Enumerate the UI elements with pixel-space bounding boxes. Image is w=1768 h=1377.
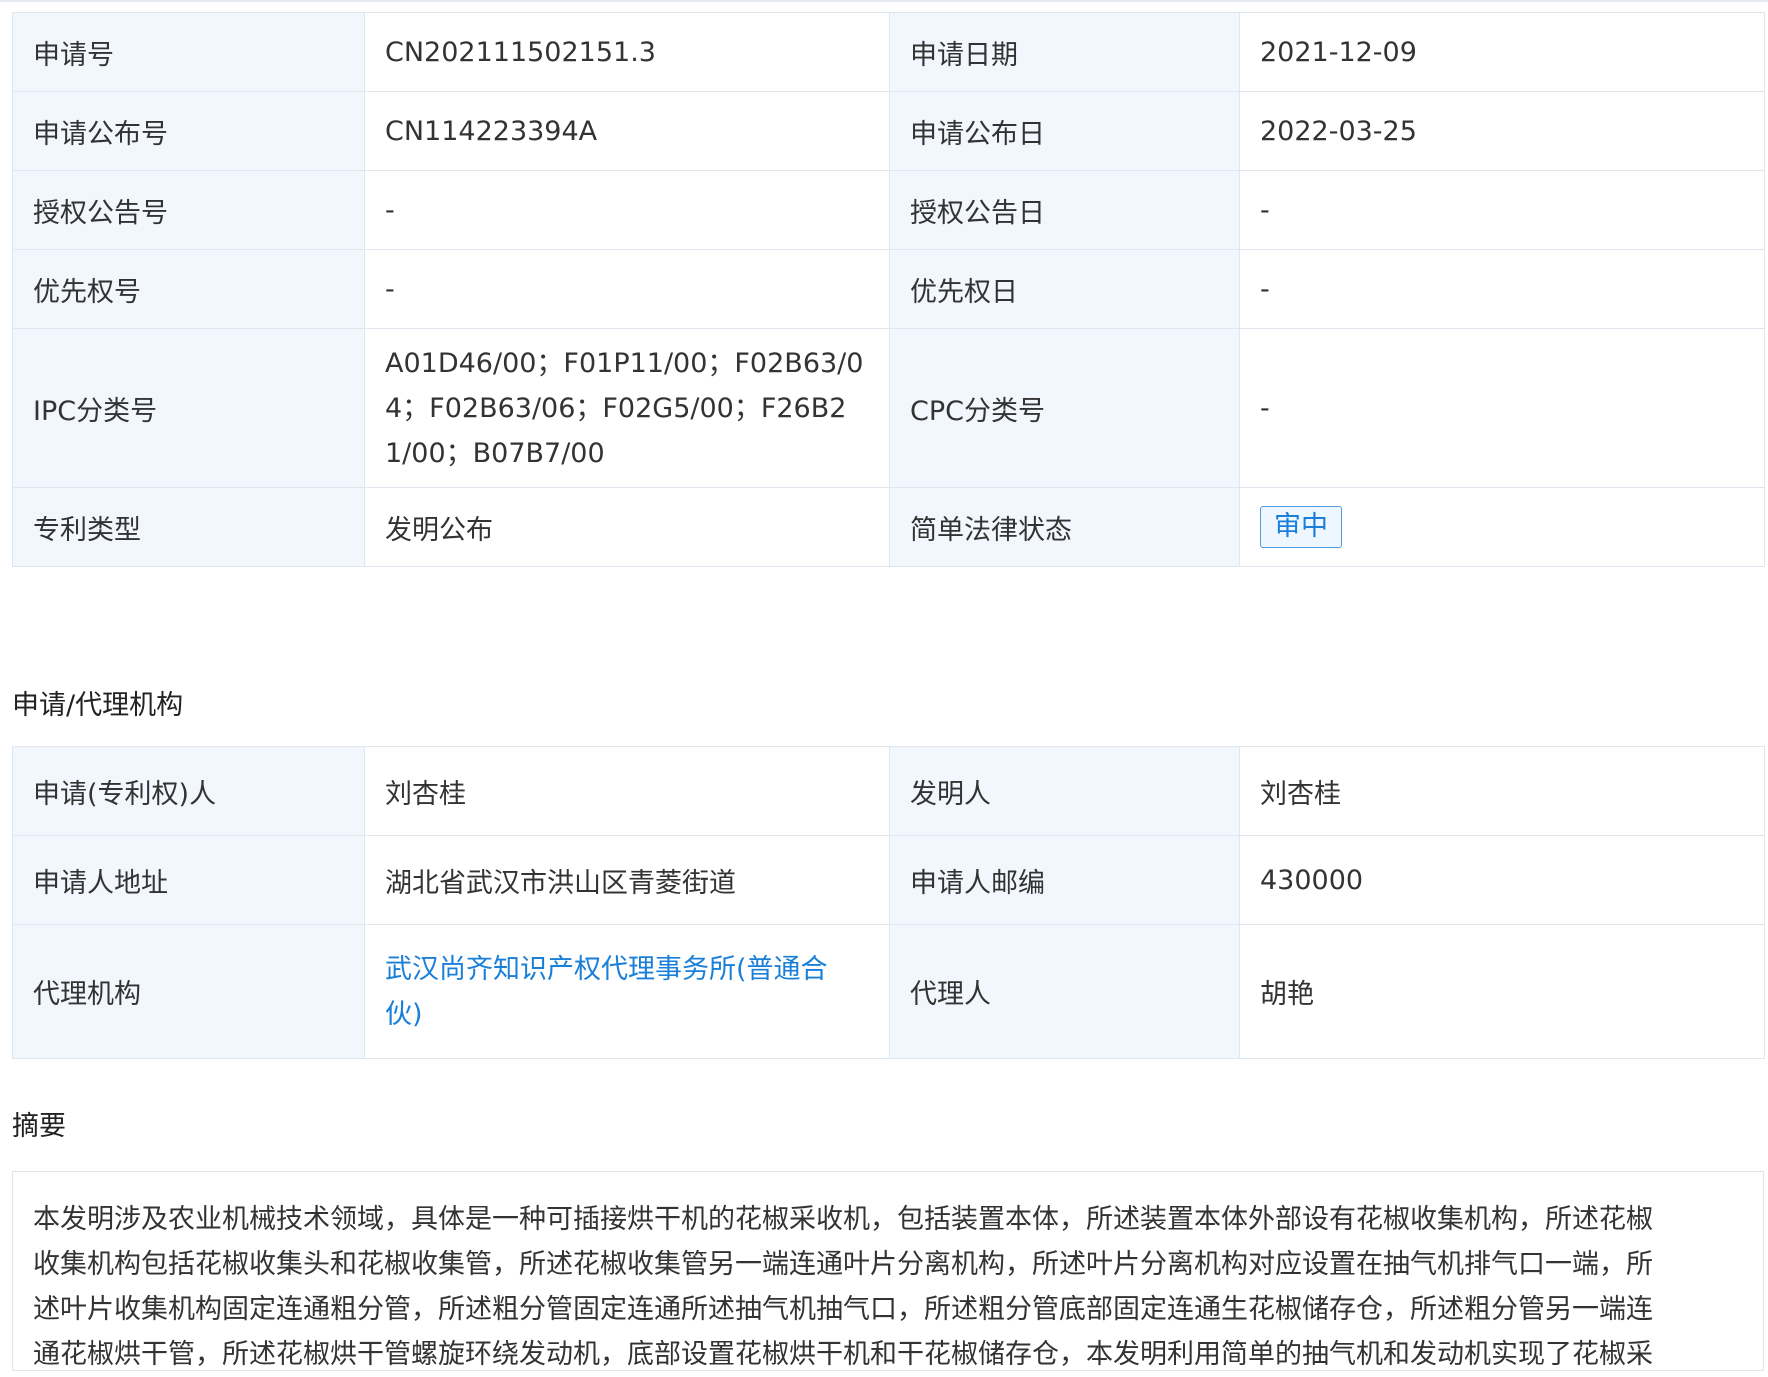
priority-number-value: -: [364, 249, 890, 329]
postal-code-value: 430000: [1239, 835, 1765, 925]
basic-info-table: 申请号 CN202111502151.3 申请日期 2021-12-09 申请公…: [12, 12, 1765, 567]
agency-table: 申请(专利权)人 刘杏桂 发明人 刘杏桂 申请人地址 湖北省武汉市洪山区青菱街道…: [12, 746, 1765, 1059]
application-number-value: CN202111502151.3: [364, 12, 890, 92]
agency-section-title: 申请/代理机构: [12, 690, 184, 721]
publication-date-value: 2022-03-25: [1239, 91, 1765, 171]
patent-type-value: 发明公布: [364, 487, 890, 567]
agent-value: 胡艳: [1239, 924, 1765, 1059]
applicant-value: 刘杏桂: [364, 746, 890, 836]
ipc-line: A01D46/00；F01P11/00；F02B63/0: [385, 347, 864, 379]
priority-date-label: 优先权日: [889, 249, 1240, 329]
table-row: 授权公告号 - 授权公告日 -: [12, 170, 1765, 250]
legal-status-badge[interactable]: 审中: [1260, 506, 1342, 548]
agent-label: 代理人: [889, 924, 1240, 1059]
inventor-label: 发明人: [889, 746, 1240, 836]
abstract-section-title: 摘要: [12, 1111, 66, 1142]
cpc-value: -: [1239, 328, 1765, 488]
publication-number-value: CN114223394A: [364, 91, 890, 171]
abstract-line: 述叶片收集机构固定连通粗分管，所述粗分管固定连通所述抽气机抽气口，所述粗分管底部…: [33, 1294, 1653, 1325]
abstract-line: 收集机构包括花椒收集头和花椒收集管，所述花椒收集管另一端连通叶片分离机构，所述叶…: [33, 1249, 1653, 1280]
table-row: 申请公布号 CN114223394A 申请公布日 2022-03-25: [12, 91, 1765, 171]
ipc-label: IPC分类号: [12, 328, 365, 488]
ipc-line: 1/00；B07B7/00: [385, 437, 605, 469]
application-date-value: 2021-12-09: [1239, 12, 1765, 92]
grant-number-label: 授权公告号: [12, 170, 365, 250]
ipc-value: A01D46/00；F01P11/00；F02B63/0 4；F02B63/06…: [364, 328, 890, 488]
inventor-value: 刘杏桂: [1239, 746, 1765, 836]
top-divider: [0, 0, 1768, 2]
table-row: 申请(专利权)人 刘杏桂 发明人 刘杏桂: [12, 746, 1765, 836]
table-row: IPC分类号 A01D46/00；F01P11/00；F02B63/0 4；F0…: [12, 328, 1765, 488]
table-row: 申请号 CN202111502151.3 申请日期 2021-12-09: [12, 12, 1765, 92]
ipc-line: 4；F02B63/06；F02G5/00；F26B2: [385, 392, 847, 424]
agency-value: 武汉尚齐知识产权代理事务所(普通合 伙): [364, 924, 890, 1059]
applicant-address-label: 申请人地址: [12, 835, 365, 925]
agency-link[interactable]: 武汉尚齐知识产权代理事务所(普通合: [385, 947, 869, 992]
agency-link[interactable]: 伙): [385, 992, 869, 1037]
abstract-box: 本发明涉及农业机械技术领域，具体是一种可插接烘干机的花椒采收机，包括装置本体，所…: [12, 1171, 1764, 1371]
legal-status-label: 简单法律状态: [889, 487, 1240, 567]
postal-code-label: 申请人邮编: [889, 835, 1240, 925]
grant-number-value: -: [364, 170, 890, 250]
patent-type-label: 专利类型: [12, 487, 365, 567]
abstract-line: 通花椒烘干管，所述花椒烘干管螺旋环绕发动机，底部设置花椒烘干机和干花椒储存仓，本…: [33, 1339, 1653, 1370]
agency-label: 代理机构: [12, 924, 365, 1059]
priority-date-value: -: [1239, 249, 1765, 329]
application-number-label: 申请号: [12, 12, 365, 92]
applicant-address-value: 湖北省武汉市洪山区青菱街道: [364, 835, 890, 925]
grant-date-value: -: [1239, 170, 1765, 250]
table-row: 代理机构 武汉尚齐知识产权代理事务所(普通合 伙) 代理人 胡艳: [12, 924, 1765, 1059]
applicant-label: 申请(专利权)人: [12, 746, 365, 836]
table-row: 专利类型 发明公布 简单法律状态 审中: [12, 487, 1765, 567]
table-row: 优先权号 - 优先权日 -: [12, 249, 1765, 329]
grant-date-label: 授权公告日: [889, 170, 1240, 250]
legal-status-cell: 审中: [1239, 487, 1765, 567]
publication-date-label: 申请公布日: [889, 91, 1240, 171]
priority-number-label: 优先权号: [12, 249, 365, 329]
abstract-line: 本发明涉及农业机械技术领域，具体是一种可插接烘干机的花椒采收机，包括装置本体，所…: [33, 1204, 1653, 1235]
application-date-label: 申请日期: [889, 12, 1240, 92]
publication-number-label: 申请公布号: [12, 91, 365, 171]
table-row: 申请人地址 湖北省武汉市洪山区青菱街道 申请人邮编 430000: [12, 835, 1765, 925]
cpc-label: CPC分类号: [889, 328, 1240, 488]
